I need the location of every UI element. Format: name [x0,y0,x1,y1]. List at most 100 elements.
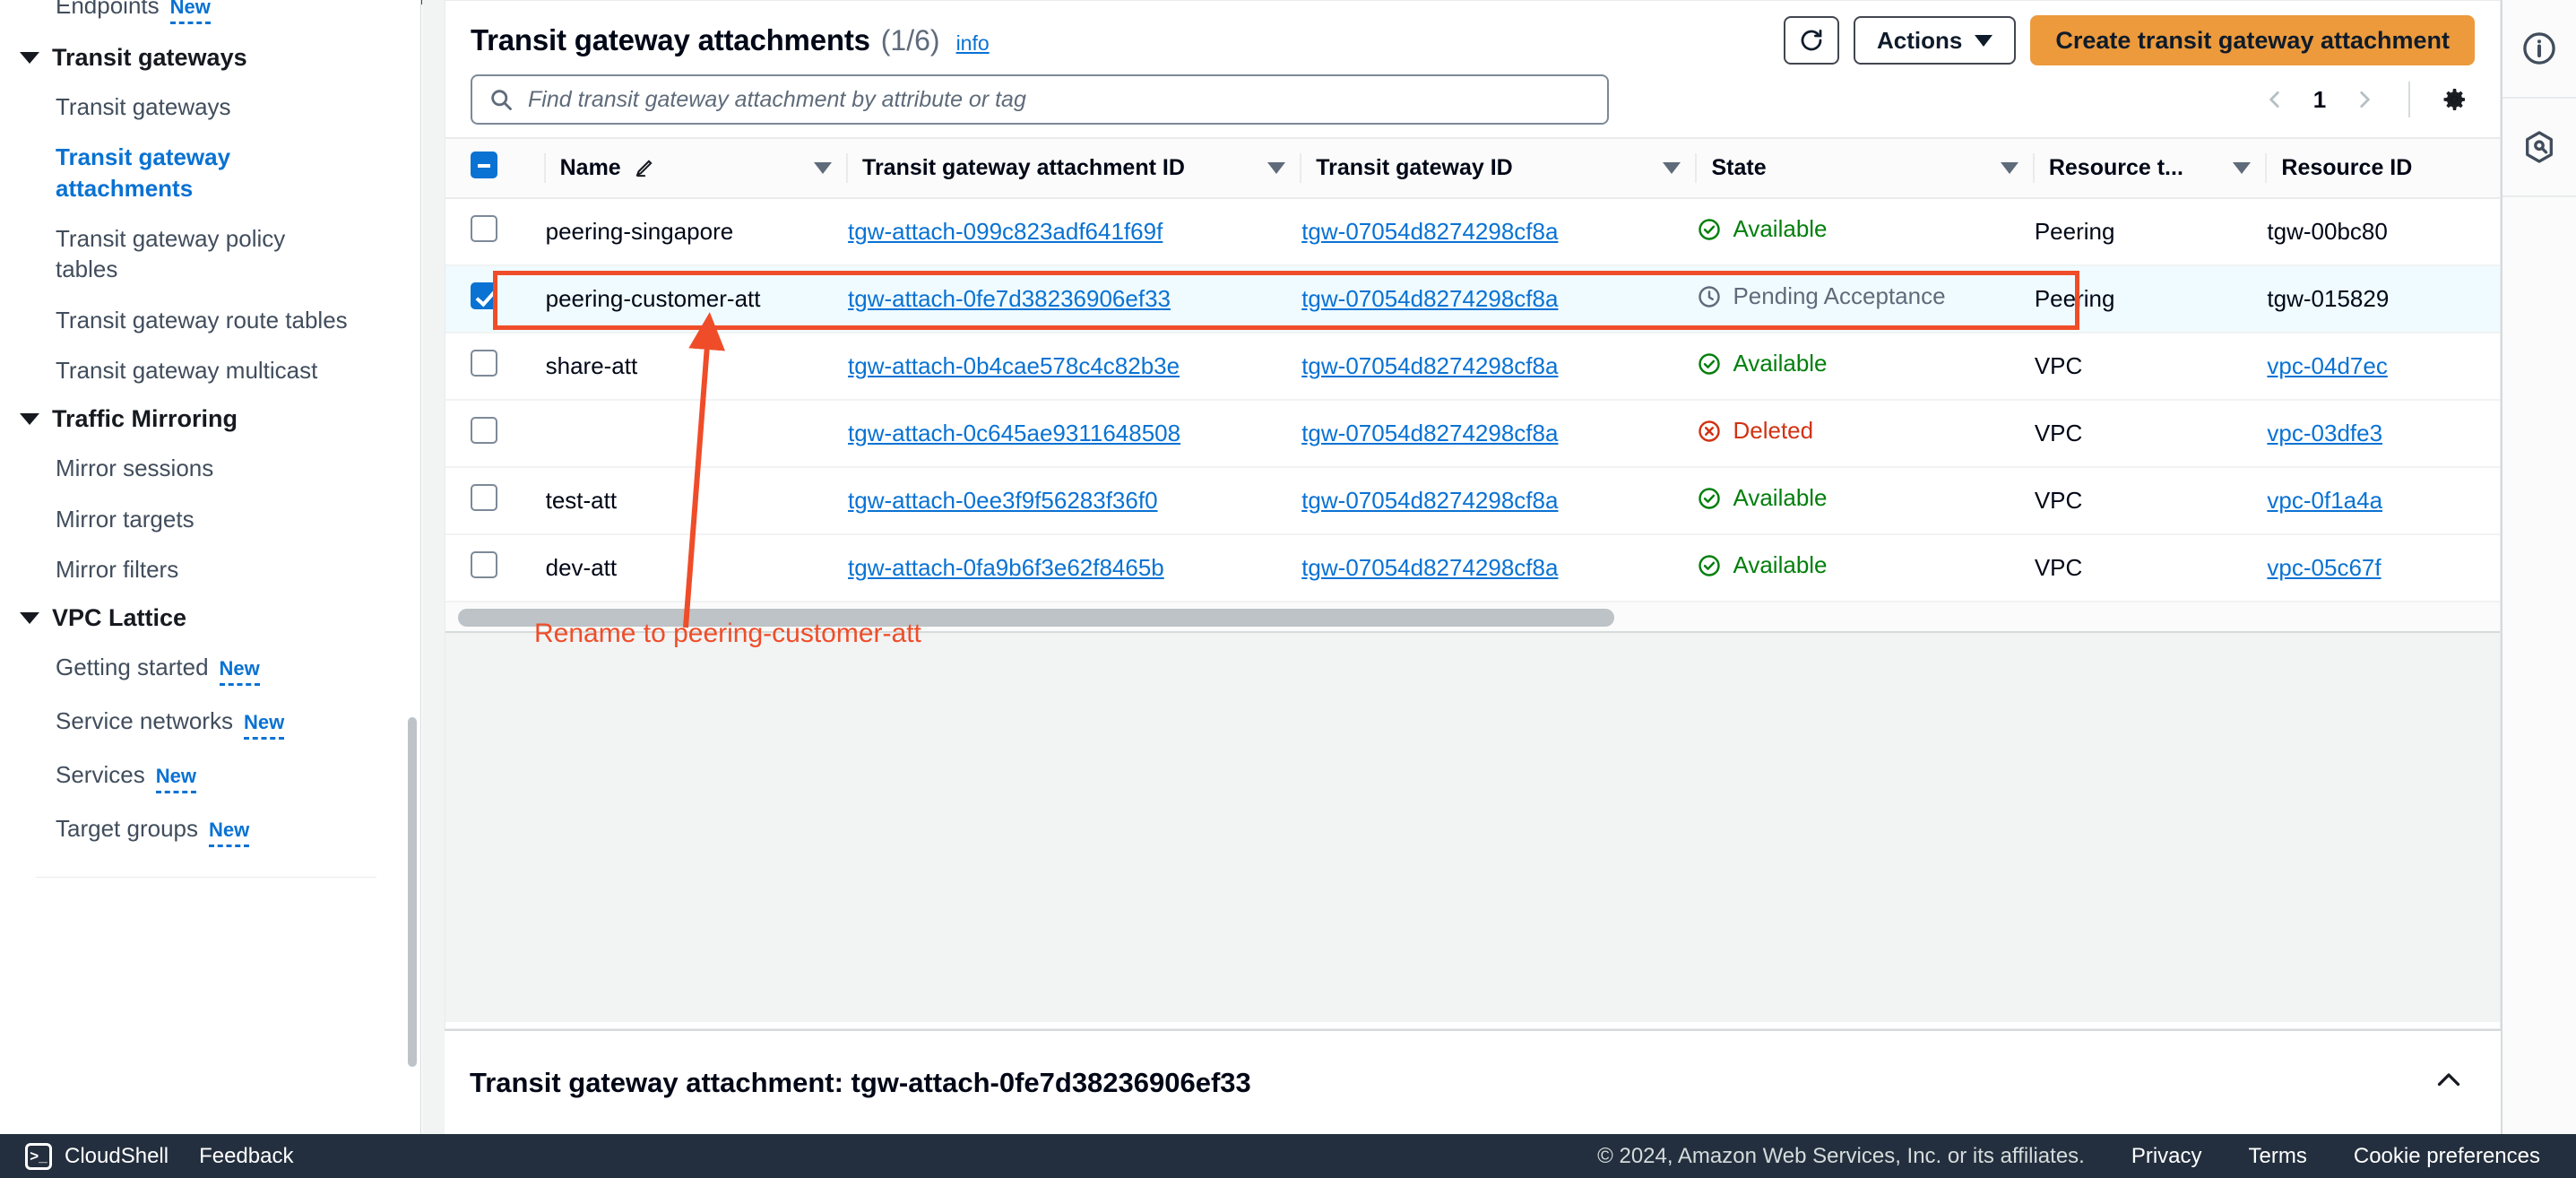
sidebar-group-label: Transit gateways [52,44,247,72]
page-number[interactable]: 1 [2304,86,2335,114]
sidebar-item-mirror-sessions[interactable]: Mirror sessions [0,443,412,493]
detail-panel-title: Transit gateway attachment: tgw-attach-0… [470,1066,1251,1098]
detail-panel-collapse-button[interactable] [2433,1064,2465,1101]
row-checkbox[interactable] [471,350,497,377]
create-attachment-button[interactable]: Create transit gateway attachment [2030,15,2475,65]
table-row[interactable]: dev-att tgw-attach-0fa9b6f3e62f8465b tgw-0… [445,534,2500,602]
attachment-id-link[interactable]: tgw-attach-0fa9b6f3e62f8465b [848,554,1164,581]
sidebar-item-label: Mirror sessions [56,455,214,482]
row-select-cell [445,265,546,333]
th-state[interactable]: State [1697,137,2035,199]
resource-id-link[interactable]: vpc-04d7ec [2267,352,2387,379]
tgw-id-link[interactable]: tgw-07054d8274298cf8a [1301,352,1558,379]
status-badge: Available [1697,551,1828,579]
table-row[interactable]: peering-singapore tgw-attach-099c823adf64… [445,198,2500,266]
th-resource-type[interactable]: Resource t... [2034,137,2268,199]
sidebar-item-service-networks[interactable]: Service networks New [0,696,412,749]
row-checkbox[interactable] [471,282,497,309]
shield-hex-icon [2526,131,2553,163]
row-tgw-id-cell: tgw-07054d8274298cf8a [1301,534,1698,602]
next-page-button[interactable] [2344,79,2385,120]
sidebar-item-transit-gateway-attachments[interactable]: Transit gateway attachments [0,132,412,213]
tgw-id-link[interactable]: tgw-07054d8274298cf8a [1301,285,1558,312]
th-tgw-id[interactable]: Transit gateway ID [1301,137,1698,199]
feedback-link[interactable]: Feedback [199,1144,293,1169]
table-row[interactable]: peering-customer-att tgw-attach-0fe7d3823… [445,265,2500,333]
th-name[interactable]: Name [545,137,849,199]
row-checkbox[interactable] [471,484,497,511]
cookie-preferences-link[interactable]: Cookie preferences [2354,1144,2540,1169]
sidebar-item-services[interactable]: Services New [0,749,412,803]
privacy-link[interactable]: Privacy [2131,1144,2202,1169]
sidebar-scrollbar[interactable] [408,717,417,1067]
sidebar-group-traffic-mirroring[interactable]: Traffic Mirroring [0,395,412,443]
detail-panel-header[interactable]: Transit gateway attachment: tgw-attach-0… [445,1029,2501,1134]
sidebar-item-transit-gateway-route-tables[interactable]: Transit gateway route tables [0,295,412,345]
attachment-id-link[interactable]: tgw-attach-099c823adf641f69f [848,218,1163,245]
row-checkbox[interactable] [471,417,497,444]
attachment-id-link[interactable]: tgw-attach-0fe7d38236906ef33 [848,285,1171,312]
chevron-left-icon [2269,91,2279,108]
sidebar-item-mirror-filters[interactable]: Mirror filters [0,544,412,594]
resource-id-link[interactable]: vpc-0f1a4a [2267,487,2382,514]
sidebar-item-transit-gateway-multicast[interactable]: Transit gateway multicast [0,345,412,395]
sidebar-item-transit-gateways[interactable]: Transit gateways [0,82,412,132]
table-row[interactable]: share-att tgw-attach-0b4cae578c4c82b3e tgw… [445,333,2500,401]
row-attachment-id-cell: tgw-attach-099c823adf641f69f [848,198,1302,266]
status-available-icon [1699,219,1721,240]
resource-type: VPC [2034,352,2083,379]
tgw-id-link[interactable]: tgw-07054d8274298cf8a [1301,487,1558,514]
attachment-id-link[interactable]: tgw-attach-0c645ae9311648508 [848,420,1180,446]
select-all-checkbox[interactable] [471,152,497,178]
prev-page-button[interactable] [2254,79,2295,120]
sort-tgw-id-icon[interactable] [1663,162,1681,174]
sort-attachment-id-icon[interactable] [1267,162,1286,174]
row-tgw-id-cell: tgw-07054d8274298cf8a [1301,265,1698,333]
row-resource-type-cell: VPC [2034,467,2268,535]
search-box[interactable] [471,74,1609,125]
table-settings-button[interactable] [2433,79,2475,120]
row-checkbox[interactable] [471,551,497,578]
tgw-id-link[interactable]: tgw-07054d8274298cf8a [1301,218,1558,245]
sidebar-item-endpoints[interactable]: Endpoints New [0,0,412,34]
sort-state-icon[interactable] [2000,162,2018,174]
row-resource-type-cell: VPC [2034,333,2268,401]
sidebar-item-target-groups[interactable]: Target groups New [0,803,412,857]
search-input[interactable] [528,86,1591,113]
attachment-id-link[interactable]: tgw-attach-0ee3f9f56283f36f0 [848,487,1157,514]
terms-link[interactable]: Terms [2249,1144,2307,1169]
th-attachment-id[interactable]: Transit gateway attachment ID [848,137,1302,199]
resource-id-link[interactable]: vpc-05c67f [2267,554,2381,581]
row-resource-type-cell: Peering [2034,198,2268,266]
actions-button[interactable]: Actions [1854,16,2017,65]
refresh-button[interactable] [1784,16,1839,65]
table-row[interactable]: tgw-attach-0c645ae9311648508 tgw-07054d82… [445,400,2500,468]
sidebar-group-vpc-lattice[interactable]: VPC Lattice [0,594,412,642]
gear-icon [2443,89,2465,111]
th-resource-id-label: Resource ID [2281,155,2413,180]
th-resource-id[interactable]: Resource ID [2267,137,2500,199]
resource-id-link[interactable]: vpc-03dfe3 [2267,420,2382,446]
sidebar-groups: Transit gateways Transit gateways Transit … [0,34,412,857]
sort-name-icon[interactable] [814,162,833,174]
edit-pencil-icon[interactable] [632,157,655,180]
sidebar-item-getting-started[interactable]: Getting started New [0,642,412,696]
sidebar-group-transit-gateways[interactable]: Transit gateways [0,34,412,82]
rail-security-button[interactable] [2503,99,2576,197]
sidebar-item-label: Services [56,761,145,789]
row-resource-id-cell: tgw-00bc80 [2267,198,2500,266]
info-link[interactable]: info [956,31,990,56]
row-checkbox[interactable] [471,215,497,242]
table-row[interactable]: test-att tgw-attach-0ee3f9f56283f36f0 tgw-… [445,467,2500,535]
tgw-id-link[interactable]: tgw-07054d8274298cf8a [1301,420,1558,446]
sidebar-item-label: Service networks [56,707,233,735]
cloudshell-button[interactable]: >_ CloudShell [25,1142,169,1170]
attachment-id-link[interactable]: tgw-attach-0b4cae578c4c82b3e [848,352,1180,379]
sidebar-item-transit-gateway-policy-tables[interactable]: Transit gateway policy tables [0,213,412,295]
rail-info-button[interactable] [2503,0,2576,99]
row-select-cell [445,534,546,602]
tgw-id-link[interactable]: tgw-07054d8274298cf8a [1301,554,1558,581]
attachments-card: Transit gateway attachments (1/6) info A… [445,0,2501,1029]
sidebar-item-mirror-targets[interactable]: Mirror targets [0,494,412,544]
sort-resource-type-icon[interactable] [2233,162,2252,174]
